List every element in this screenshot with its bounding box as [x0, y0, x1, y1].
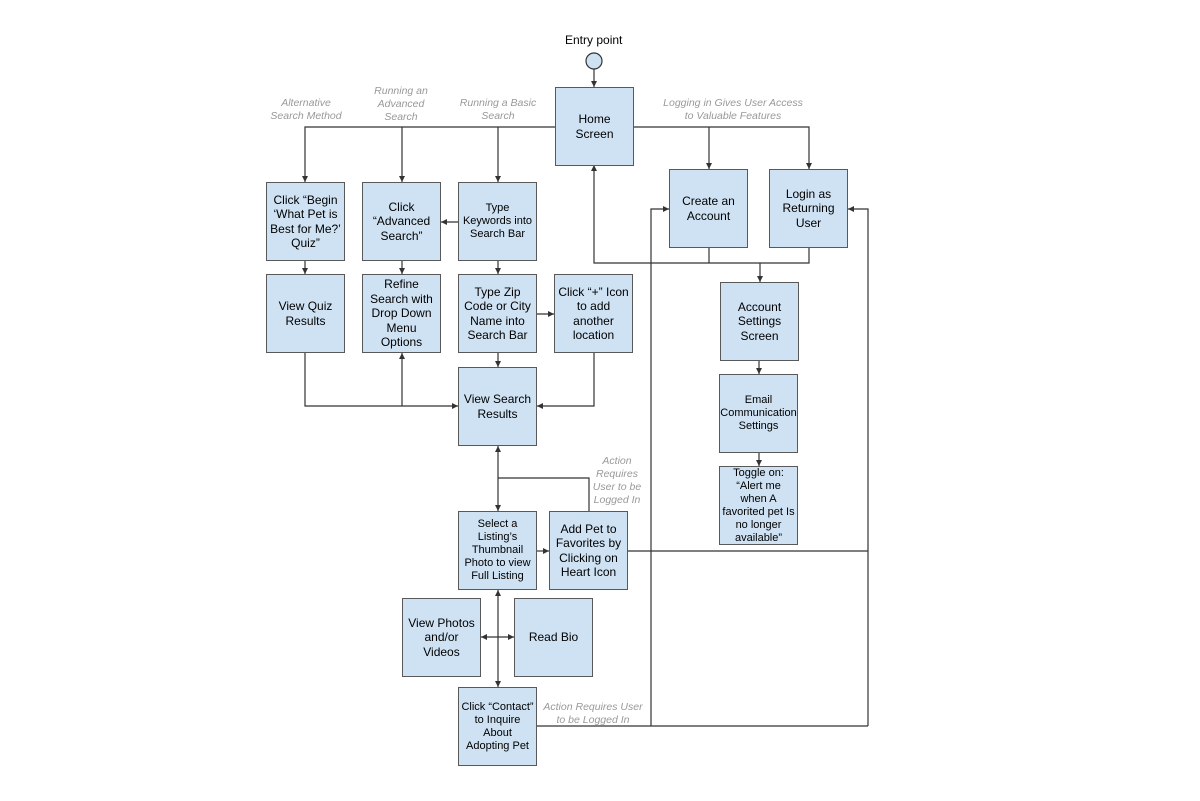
entry-point-label: Entry point	[565, 33, 623, 47]
node-add-location: Click “+” Icon to add another location	[554, 274, 633, 353]
node-select-listing: Select a Listing’s Thumbnail Photo to vi…	[458, 511, 537, 590]
node-email-settings: Email Communication Settings	[719, 374, 798, 453]
node-advanced-search: Click “Advanced Search”	[362, 182, 441, 261]
node-read-bio: Read Bio	[514, 598, 593, 677]
note-alternative-search: Alternative Search Method	[270, 97, 342, 122]
node-contact: Click “Contact” to Inquire About Adoptin…	[458, 687, 537, 766]
node-home-screen: Home Screen	[555, 87, 634, 166]
note-advanced-search: Running an Advanced Search	[374, 85, 428, 123]
node-view-search-results: View Search Results	[458, 367, 537, 446]
node-type-keywords: Type Keywords into Search Bar	[458, 182, 537, 261]
note-favorites-login: Action Requires User to be Logged In	[592, 455, 642, 506]
entry-point-circle	[585, 52, 603, 70]
note-contact-login: Action Requires User to be Logged In	[543, 701, 643, 726]
node-create-account: Create an Account	[669, 169, 748, 248]
note-logging-in: Logging in Gives User Access to Valuable…	[663, 97, 803, 122]
node-view-quiz-results: View Quiz Results	[266, 274, 345, 353]
node-toggle-alert: Toggle on: “Alert me when A favorited pe…	[719, 466, 798, 545]
node-quiz: Click “Begin ‘What Pet is Best for Me?’ …	[266, 182, 345, 261]
node-type-zip: Type Zip Code or City Name into Search B…	[458, 274, 537, 353]
node-view-photos: View Photos and/or Videos	[402, 598, 481, 677]
node-add-favorites: Add Pet to Favorites by Clicking on Hear…	[549, 511, 628, 590]
node-account-settings: Account Settings Screen	[720, 282, 799, 361]
note-basic-search: Running a Basic Search	[459, 97, 537, 122]
node-refine-search: Refine Search with Drop Down Menu Option…	[362, 274, 441, 353]
node-login: Login as Returning User	[769, 169, 848, 248]
